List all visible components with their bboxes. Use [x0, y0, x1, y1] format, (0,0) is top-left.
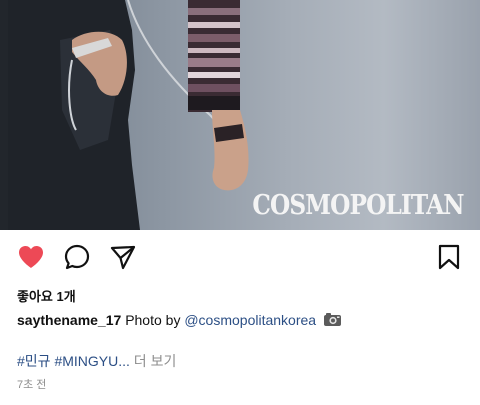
mention-link[interactable]: @cosmopolitankorea	[184, 312, 316, 328]
instagram-post: COSMOPOLITAN 좋아요 1개 saythename_17 Photo …	[0, 0, 480, 405]
caption-text: Photo by	[125, 312, 181, 328]
magazine-logo: COSMOPOLITAN	[252, 190, 465, 221]
username-link[interactable]: saythename_17	[17, 312, 121, 328]
heart-filled-icon	[19, 246, 43, 268]
likes-count[interactable]: 좋아요 1개	[17, 286, 76, 305]
forearm	[212, 110, 249, 191]
post-photo[interactable]: COSMOPOLITAN	[0, 0, 480, 230]
share-button[interactable]	[106, 240, 140, 274]
post-caption: saythename_17 Photo by @cosmopolitankore…	[17, 312, 342, 330]
save-button[interactable]	[432, 240, 466, 274]
post-timestamp: 7초 전	[17, 379, 47, 391]
comment-icon	[64, 244, 90, 270]
paper-plane-icon	[110, 245, 136, 270]
like-button[interactable]	[14, 240, 48, 274]
camera-emoji-icon	[323, 312, 342, 330]
bookmark-icon	[438, 244, 460, 270]
hashtag-link[interactable]: #민규	[17, 353, 51, 369]
striped-sleeve	[188, 0, 240, 112]
comment-button[interactable]	[60, 240, 94, 274]
more-link[interactable]: 더 보기	[134, 353, 177, 369]
hashtag-line: #민규 #MINGYU... 더 보기	[17, 351, 176, 371]
action-bar	[0, 240, 480, 276]
hashtag-link[interactable]: #MINGYU...	[54, 353, 129, 369]
